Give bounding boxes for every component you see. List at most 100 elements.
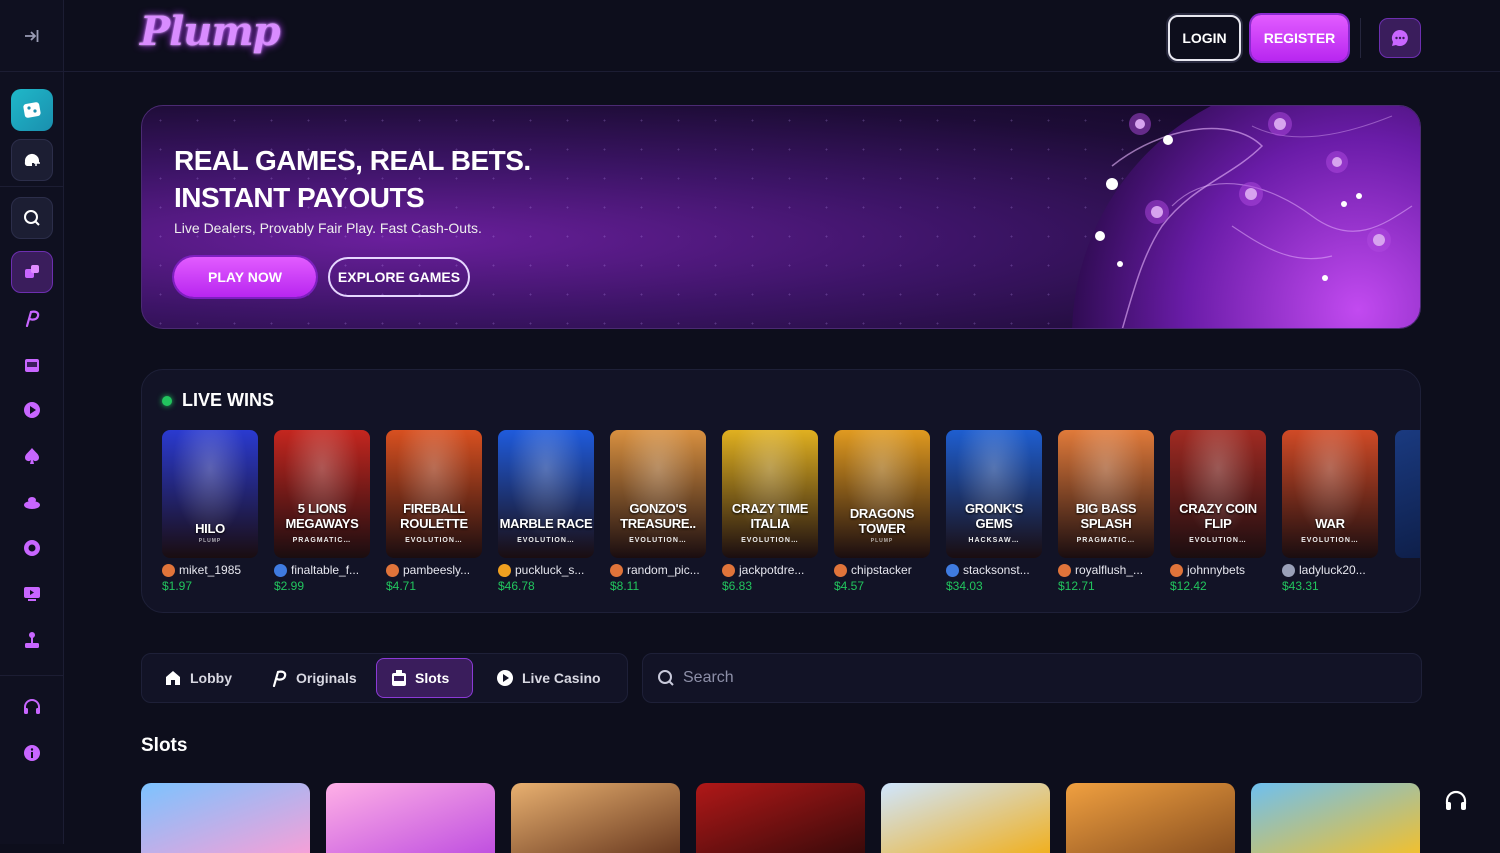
live-win-item-partial[interactable] <box>1395 430 1420 558</box>
sidebar-item-casino[interactable] <box>11 89 53 131</box>
login-button[interactable]: LOGIN <box>1168 15 1241 61</box>
slot-tile-2[interactable] <box>326 783 495 853</box>
winner-username: puckluck_s... <box>498 563 594 577</box>
play-now-button[interactable]: PLAY NOW <box>174 257 316 297</box>
explore-games-button[interactable]: EXPLORE GAMES <box>328 257 470 297</box>
avatar <box>386 563 399 577</box>
live-win-item[interactable]: BIG BASS SPLASH PRAGMATIC… royalflush_... $… <box>1058 430 1154 593</box>
sidebar-item-support[interactable] <box>22 697 42 717</box>
live-win-item[interactable]: GONZO'S TREASURE.. EVOLUTION… random_pic..… <box>610 430 706 593</box>
sidebar-item-sports[interactable] <box>11 139 53 181</box>
win-amount: $46.78 <box>498 579 535 593</box>
win-amount: $1.97 <box>162 579 193 593</box>
win-amount: $8.11 <box>610 579 640 593</box>
globe-illustration <box>932 106 1420 328</box>
tab-slots[interactable]: Slots <box>376 658 473 698</box>
search-icon <box>658 670 674 686</box>
sidebar-item-search[interactable] <box>11 197 53 239</box>
support-chat-button[interactable] <box>1442 787 1470 815</box>
game-name: MARBLE RACE <box>499 516 593 531</box>
hero-title: REAL GAMES, REAL BETS. INSTANT PAYOUTS <box>174 142 531 216</box>
winner-username: johnnybets <box>1170 563 1266 577</box>
search-input[interactable] <box>683 669 1383 687</box>
win-amount: $34.03 <box>946 579 983 593</box>
plump-logo[interactable]: Plump <box>140 8 281 55</box>
hero-banner: REAL GAMES, REAL BETS. INSTANT PAYOUTS L… <box>141 105 1421 329</box>
game-provider: HACKSAW… <box>968 537 1020 544</box>
headset-icon <box>24 699 40 714</box>
live-wins-panel: LIVE WINS HILO PLUMP miket_1985 $1.97 5 LION… <box>141 369 1421 613</box>
game-thumbnail: CRAZY COIN FLIP EVOLUTION… <box>1170 430 1266 558</box>
win-amount: $2.99 <box>274 579 305 593</box>
game-thumbnail: MARBLE RACE EVOLUTION… <box>498 430 594 558</box>
slot-machine-icon <box>392 670 406 686</box>
collapse-arrow-icon <box>25 29 39 42</box>
sidebar-item-game-shows[interactable] <box>22 492 42 512</box>
game-provider: PRAGMATIC… <box>1076 537 1136 544</box>
game-name: DRAGONS TOWER <box>849 506 915 536</box>
live-win-item[interactable]: DRAGONS TOWER PLUMP chipstacker $4.57 <box>834 430 930 593</box>
winner-username: random_pic... <box>610 563 706 577</box>
game-thumbnail: CRAZY TIME ITALIA EVOLUTION… <box>722 430 818 558</box>
hero-subtitle: Live Dealers, Provably Fair Play. Fast C… <box>174 220 482 236</box>
roulette-icon <box>24 540 40 556</box>
live-win-item[interactable]: 5 LIONS MEGAWAYS PRAGMATIC… finaltable_f..… <box>274 430 370 593</box>
sidebar-item-live-casino[interactable] <box>22 400 42 420</box>
game-provider: EVOLUTION… <box>1189 537 1247 544</box>
register-button[interactable]: REGISTER <box>1251 15 1348 61</box>
chat-button[interactable] <box>1379 18 1421 58</box>
winner-username: pambeesly... <box>386 563 482 577</box>
live-win-item[interactable]: FIREBALL ROULETTE EVOLUTION… pambeesly... $… <box>386 430 482 593</box>
game-thumbnail: GONZO'S TREASURE.. EVOLUTION… <box>610 430 706 558</box>
sidebar-item-originals[interactable] <box>22 308 42 328</box>
sidebar-collapse-button[interactable] <box>0 0 64 72</box>
game-thumbnail: WAR EVOLUTION… <box>1282 430 1378 558</box>
winner-username: stacksonst... <box>946 563 1042 577</box>
tab-lobby[interactable]: Lobby <box>150 658 246 698</box>
winner-username: royalflush_... <box>1058 563 1154 577</box>
game-thumbnail: 5 LIONS MEGAWAYS PRAGMATIC… <box>274 430 370 558</box>
slot-tile-4[interactable] <box>696 783 865 853</box>
sidebar-item-slots[interactable] <box>22 354 42 374</box>
game-name: BIG BASS SPLASH <box>1075 501 1137 531</box>
play-icon <box>24 402 40 418</box>
game-thumbnail: FIREBALL ROULETTE EVOLUTION… <box>386 430 482 558</box>
top-header: Plump LOGIN REGISTER <box>64 0 1500 72</box>
sidebar-item-poker[interactable] <box>22 446 42 466</box>
joystick-icon <box>25 632 39 648</box>
game-provider: EVOLUTION… <box>1301 537 1359 544</box>
winner-username: finaltable_f... <box>274 563 370 577</box>
spade-icon <box>24 448 40 464</box>
sidebar-item-info[interactable] <box>22 743 42 763</box>
live-win-item[interactable]: GRONK'S GEMS HACKSAW… stacksonst... $34.03 <box>946 430 1042 593</box>
live-win-item[interactable]: CRAZY COIN FLIP EVOLUTION… johnnybets $12.4… <box>1170 430 1266 593</box>
sidebar-item-video[interactable] <box>22 584 42 604</box>
tab-originals[interactable]: Originals <box>256 658 371 698</box>
slot-tile-5[interactable] <box>881 783 1050 853</box>
live-win-item[interactable]: HILO PLUMP miket_1985 $1.97 <box>162 430 258 593</box>
game-thumbnail: HILO PLUMP <box>162 430 258 558</box>
live-win-item[interactable]: MARBLE RACE EVOLUTION… puckluck_s... $46.78 <box>498 430 594 593</box>
slot-tile-1[interactable] <box>141 783 310 853</box>
avatar <box>946 563 959 577</box>
sidebar-item-arcade[interactable] <box>22 630 42 650</box>
sidebar-item-casino-games[interactable] <box>11 251 53 293</box>
search-icon <box>24 210 40 226</box>
game-name: HILO <box>195 521 225 536</box>
dice-icon <box>25 265 39 278</box>
slot-tile-3[interactable] <box>511 783 680 853</box>
hero-title-line2: INSTANT PAYOUTS <box>174 182 425 213</box>
play-circle-icon <box>497 670 513 686</box>
avatar <box>834 563 847 577</box>
tab-live-casino[interactable]: Live Casino <box>482 658 615 698</box>
win-amount: $4.71 <box>386 579 417 593</box>
game-name: FIREBALL ROULETTE <box>400 501 468 531</box>
live-win-item[interactable]: CRAZY TIME ITALIA EVOLUTION… jackpotdre...… <box>722 430 818 593</box>
winner-username: chipstacker <box>834 563 930 577</box>
live-win-item[interactable]: WAR EVOLUTION… ladyluck20... $43.31 <box>1282 430 1378 593</box>
slot-tile-7[interactable] <box>1251 783 1420 853</box>
avatar <box>498 563 511 577</box>
slot-tile-6[interactable] <box>1066 783 1235 853</box>
sidebar-item-roulette[interactable] <box>22 538 42 558</box>
win-amount: $4.57 <box>834 579 865 593</box>
